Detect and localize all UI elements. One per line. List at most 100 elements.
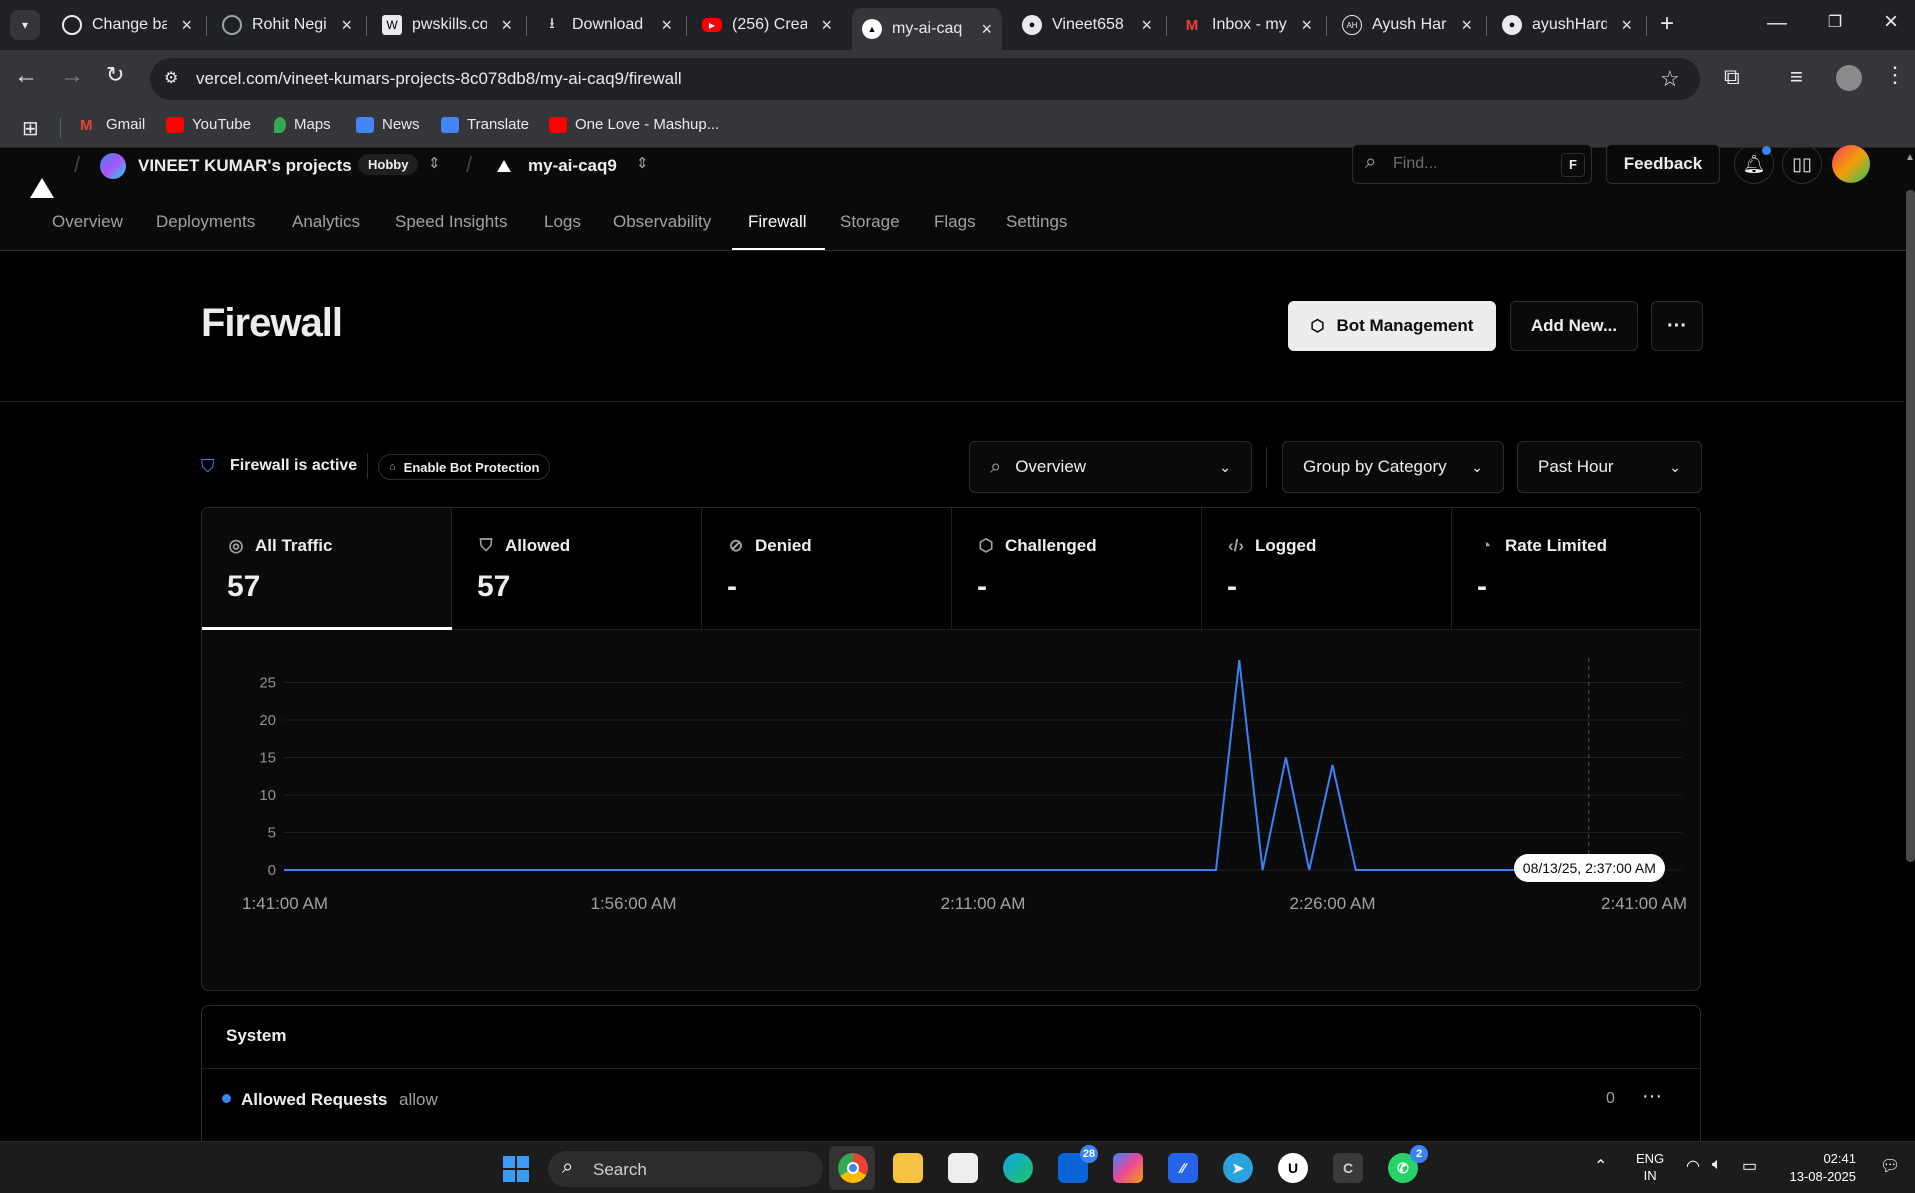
close-icon[interactable]: × (1141, 15, 1152, 36)
scrollbar-thumb[interactable] (1906, 190, 1915, 862)
feedback-button[interactable]: Feedback (1606, 144, 1720, 184)
bookmark-translate[interactable]: Translate (441, 116, 529, 133)
extensions-icon[interactable]: ⧉ (1724, 64, 1740, 90)
tab-analytics[interactable]: Analytics (292, 212, 360, 232)
chrome-icon[interactable] (838, 1153, 868, 1183)
bookmark-star-icon[interactable]: ☆ (1660, 66, 1680, 92)
stat-denied[interactable]: ⊘ Denied - (702, 508, 952, 630)
media-control-icon[interactable]: ≡ (1790, 64, 1803, 90)
group-by-dropdown[interactable]: Group by Category ⌄ (1282, 441, 1504, 493)
close-icon[interactable]: × (661, 15, 672, 36)
new-tab-button[interactable]: + (1652, 10, 1682, 40)
view-filter-dropdown[interactable]: ⌕ Overview ⌄ (969, 441, 1252, 493)
browser-tab-active[interactable]: ▲ my-ai-caq × (852, 8, 1002, 50)
browser-tab[interactable]: Change ba × (52, 8, 202, 42)
stat-challenged[interactable]: ⬡ Challenged - (952, 508, 1202, 630)
traffic-chart[interactable]: 0 5 10 15 20 25 1:41:00 AM 1:56:00 AM 2:11:00 AM… (202, 630, 1701, 991)
outlook-icon[interactable]: 28 (1058, 1145, 1098, 1183)
apps-grid-icon[interactable]: ⊞ (22, 116, 39, 141)
more-actions-button[interactable]: ··· (1651, 301, 1703, 351)
volume-icon[interactable]: 🔈︎ (1712, 1156, 1722, 1174)
docs-book-icon[interactable]: ▯▯ (1782, 144, 1822, 184)
close-icon[interactable]: × (1621, 15, 1632, 36)
tab-deployments[interactable]: Deployments (156, 212, 255, 232)
windows-start-icon[interactable] (503, 1156, 529, 1182)
browser-tab[interactable]: Rohit Negi × (212, 8, 362, 42)
close-window-button[interactable]: × (1876, 8, 1906, 38)
tray-overflow-icon[interactable]: ⌃ (1594, 1156, 1607, 1176)
find-input[interactable]: ⌕ Find... F (1352, 144, 1592, 184)
team-switcher-icon[interactable]: ⇕ (428, 154, 441, 172)
browser-tab[interactable]: AH Ayush Har × (1332, 8, 1482, 42)
browser-menu-icon[interactable]: ⋮ (1884, 62, 1906, 88)
bookmark-youtube[interactable]: YouTube (166, 116, 251, 133)
copilot-icon[interactable] (1113, 1153, 1143, 1183)
url-text[interactable]: vercel.com/vineet-kumars-projects-8c078d… (196, 69, 682, 89)
project-switcher-icon[interactable]: ⇕ (636, 154, 649, 172)
row-more-icon[interactable]: ··· (1642, 1085, 1662, 1108)
time-range-dropdown[interactable]: Past Hour ⌄ (1517, 441, 1702, 493)
browser-tab[interactable]: W pwskills.co × (372, 8, 522, 42)
close-icon[interactable]: × (821, 15, 832, 36)
tab-observability[interactable]: Observability (613, 212, 711, 232)
telegram-icon[interactable]: ➤ (1223, 1153, 1253, 1183)
tab-storage[interactable]: Storage (840, 212, 900, 232)
language-indicator[interactable]: ENG IN (1636, 1150, 1664, 1184)
forward-icon[interactable]: → (60, 62, 84, 90)
browser-tab[interactable]: ● Vineet658 × (1012, 8, 1162, 42)
site-info-icon[interactable]: ⚙ (164, 68, 178, 88)
back-icon[interactable]: ← (14, 62, 38, 90)
close-icon[interactable]: × (181, 15, 192, 36)
clock[interactable]: 02:41 13-08-2025 (1786, 1150, 1857, 1186)
table-row[interactable]: Allowed Requests allow 0 ··· (202, 1069, 1700, 1129)
stat-logged[interactable]: ‹/› Logged - (1202, 508, 1452, 630)
microsoft-store-icon[interactable] (948, 1153, 978, 1183)
reload-icon[interactable]: ↻ (106, 62, 124, 88)
close-icon[interactable]: × (1461, 15, 1472, 36)
project-name[interactable]: my-ai-caq9 (528, 156, 617, 176)
browser-tab[interactable]: ⭳ Download × (532, 8, 682, 42)
bot-management-button[interactable]: ⬡ Bot Management (1288, 301, 1496, 351)
battery-icon[interactable]: ▭ (1742, 1156, 1757, 1176)
address-bar[interactable]: ⚙ vercel.com/vineet-kumars-projects-8c07… (150, 58, 1700, 100)
wifi-icon[interactable]: ◠ (1686, 1156, 1700, 1176)
edge-icon[interactable] (1003, 1153, 1033, 1183)
stat-all-traffic[interactable]: ◎ All Traffic 57 (202, 508, 452, 630)
close-icon[interactable]: × (501, 15, 512, 36)
notification-center-icon[interactable]: 💬︎ (1880, 1156, 1900, 1176)
bookmark-maps[interactable]: Maps (274, 116, 331, 133)
browser-tab[interactable]: M Inbox - my × (1172, 8, 1322, 42)
tab-search-button[interactable]: ▾ (10, 10, 40, 40)
close-icon[interactable]: × (341, 15, 352, 36)
vercel-logo-icon[interactable] (30, 178, 54, 198)
whatsapp-icon[interactable]: ✆ 2 (1388, 1145, 1428, 1183)
profile-avatar[interactable] (1836, 65, 1862, 91)
app-c-icon[interactable]: C (1333, 1153, 1363, 1183)
tab-logs[interactable]: Logs (544, 212, 581, 232)
udemy-icon[interactable]: U (1278, 1153, 1308, 1183)
browser-tab[interactable]: ● ayushHard × (1492, 8, 1642, 42)
tab-settings[interactable]: Settings (1006, 212, 1067, 232)
taskbar-search[interactable]: ⌕ Search (548, 1151, 823, 1187)
bookmark-news[interactable]: News (356, 116, 420, 133)
team-avatar[interactable] (100, 153, 126, 179)
minimize-button[interactable]: — (1762, 12, 1792, 36)
team-name[interactable]: VINEET KUMAR's projects (138, 156, 352, 176)
add-new-button[interactable]: Add New... (1510, 301, 1638, 351)
close-icon[interactable]: × (1301, 15, 1312, 36)
restore-button[interactable]: ❐ (1820, 12, 1850, 36)
scroll-up-arrow[interactable]: ▲ (1905, 152, 1915, 163)
vscode-icon[interactable]: ∕∕ (1168, 1153, 1198, 1183)
bookmark-one-love[interactable]: One Love - Mashup... (549, 116, 719, 133)
stat-allowed[interactable]: ⛉ Allowed 57 (452, 508, 702, 630)
enable-bot-protection-button[interactable]: ⌂ Enable Bot Protection (378, 454, 551, 480)
tab-overview[interactable]: Overview (52, 212, 123, 232)
tab-flags[interactable]: Flags (934, 212, 976, 232)
scrollbar-track[interactable] (1904, 251, 1905, 1141)
tab-firewall[interactable]: Firewall (748, 212, 807, 232)
bookmark-gmail[interactable]: M Gmail (80, 116, 145, 134)
user-avatar[interactable] (1832, 145, 1870, 183)
close-icon[interactable]: × (981, 19, 992, 40)
stat-rate-limited[interactable]: ◔ Rate Limited - (1452, 508, 1700, 630)
tab-speed-insights[interactable]: Speed Insights (395, 212, 507, 232)
